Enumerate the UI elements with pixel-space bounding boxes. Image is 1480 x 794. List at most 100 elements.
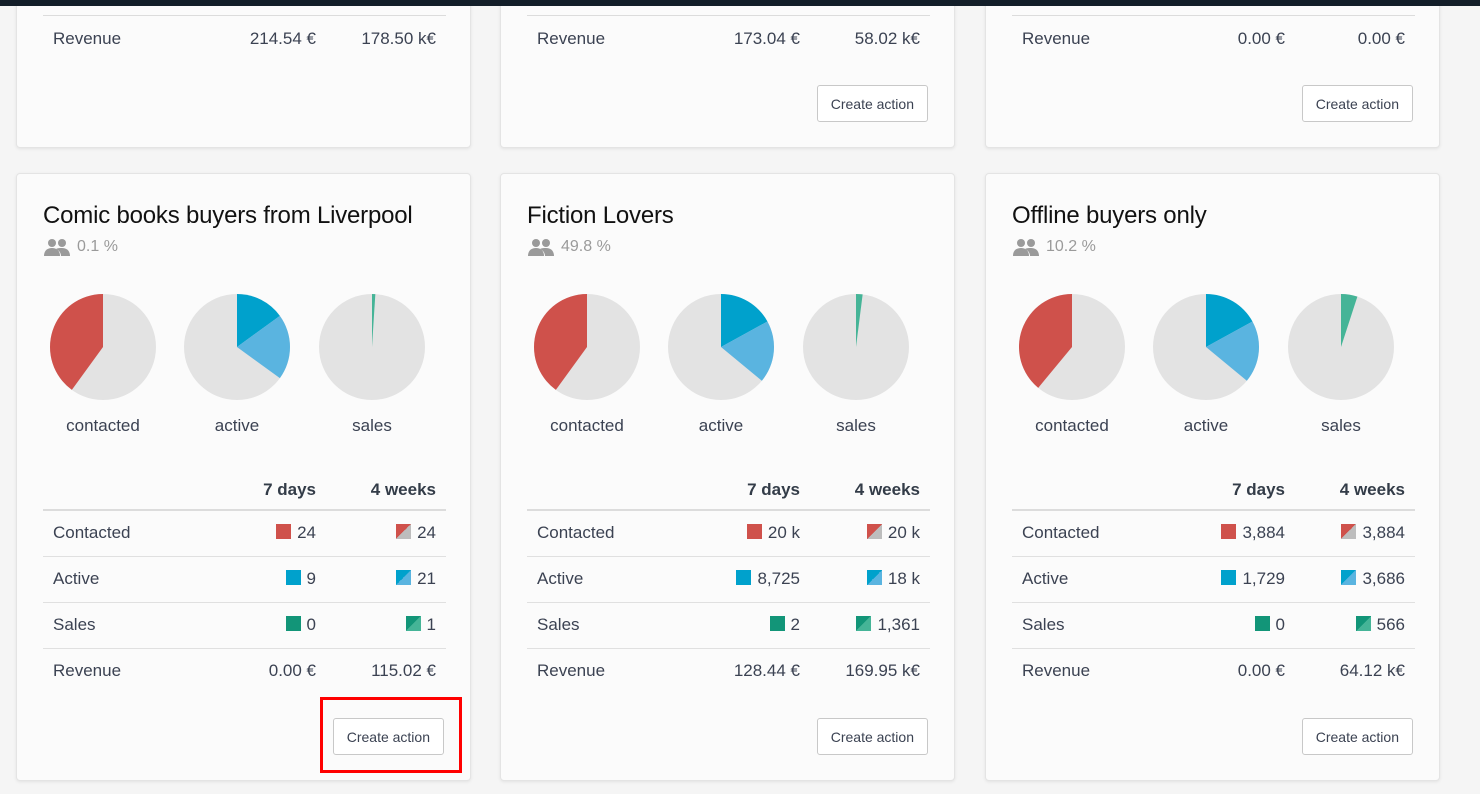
sales-4-weeks: 566 (1376, 615, 1405, 634)
segment-title[interactable]: Offline buyers only (1012, 202, 1207, 230)
row-label: Revenue (43, 15, 206, 62)
contacted-swatch-icon (1221, 524, 1237, 540)
create-action-button[interactable]: Create action (816, 718, 928, 755)
segment-stats-table: 7 days 4 weeks Contacted 24 24 Active 9 … (43, 470, 446, 694)
segment-share: 0.1 % (43, 238, 118, 256)
table-header-row: 7 days 4 weeks (527, 470, 930, 510)
revenue-4-weeks: 178.50 k€ (326, 15, 446, 62)
sales-pie-chart (319, 294, 425, 400)
row-label-active: Active (527, 556, 690, 603)
contacted-swatch-icon (746, 524, 762, 540)
table-row-sales: Sales 0 566 (1012, 602, 1415, 649)
create-action-button[interactable]: Create action (816, 85, 928, 122)
segment-card-3: Offline buyers only 10.2 % contacted act… (985, 173, 1440, 781)
pie-label-contacted: contacted (1035, 416, 1109, 435)
segment-title[interactable]: Fiction Lovers (527, 202, 674, 230)
segment-card-top-1: Revenue 214.54 € 178.50 k€ (16, 0, 471, 148)
pie-contacted: contacted (527, 294, 647, 436)
active-swatch-icon (736, 570, 752, 585)
row-label-sales: Sales (43, 602, 206, 649)
row-label-contacted: Contacted (527, 510, 690, 557)
create-action-button[interactable]: Create action (1301, 85, 1413, 122)
contacted-7-days: 24 (297, 523, 316, 543)
sales-7-days: 0 (1275, 615, 1285, 634)
sales-split-swatch-icon (405, 616, 421, 631)
revenue-4-weeks: 169.95 k€ (845, 661, 920, 681)
top-navigation-bar (0, 0, 1480, 6)
active-7-days: 1,729 (1242, 569, 1285, 588)
segment-card-top-2: Revenue 173.04 € 58.02 k€ Create action (500, 0, 955, 148)
sales-split-swatch-icon (1355, 616, 1371, 631)
row-label-revenue: Revenue (1022, 661, 1091, 681)
table-row-revenue: Revenue 214.54 € 178.50 k€ (43, 15, 446, 62)
contacted-split-swatch-icon (866, 524, 882, 540)
table-row-revenue: Revenue 173.04 € 58.02 k€ (527, 15, 930, 62)
row-label-revenue: Revenue (537, 661, 606, 681)
create-action-button[interactable]: Create action (332, 718, 444, 755)
active-split-swatch-icon (1341, 570, 1357, 585)
revenue-4-weeks: 115.02 € (371, 661, 436, 681)
table-row-contacted: Contacted 3,884 3,884 (1012, 510, 1415, 557)
revenue-7-days: 173.04 € (690, 15, 810, 62)
pie-label-active: active (1183, 416, 1229, 435)
sales-pie-chart (803, 294, 909, 400)
table-header-row: 7 days 4 weeks (1012, 470, 1415, 510)
pie-label-contacted: contacted (66, 416, 140, 435)
pie-contacted: contacted (43, 294, 163, 436)
segment-share: 49.8 % (527, 238, 611, 256)
row-label-contacted: Contacted (43, 510, 206, 557)
contacted-split-swatch-icon (1341, 524, 1357, 540)
row-label: Revenue (1012, 15, 1175, 62)
table-row-contacted: Contacted 24 24 (43, 510, 446, 557)
segment-stats-table: 7 days 4 weeks Contacted 20 k 20 k Activ… (527, 470, 930, 694)
pie-active: active (1146, 294, 1266, 436)
table-row-contacted: Contacted 20 k 20 k (527, 510, 930, 557)
sales-swatch-icon (1254, 616, 1270, 631)
create-action-button[interactable]: Create action (1301, 718, 1413, 755)
contacted-7-days: 20 k (767, 523, 800, 543)
people-icon (44, 239, 70, 256)
segment-stats-table: 7 days 4 weeks Contacted 3,884 3,884 Act… (1012, 470, 1415, 694)
pie-label-active: active (698, 416, 744, 435)
active-4-weeks: 18 k (887, 569, 920, 588)
segment-stats-table: Revenue 173.04 € 58.02 k€ (527, 15, 930, 62)
revenue-4-weeks: 0.00 € (1295, 15, 1415, 62)
people-icon (528, 239, 554, 256)
row-label-sales: Sales (1012, 602, 1175, 649)
contacted-pie-chart (534, 294, 640, 400)
column-header-4-weeks: 4 weeks (854, 479, 920, 499)
table-row-active: Active 9 21 (43, 556, 446, 603)
active-pie-chart (668, 294, 774, 400)
row-label-active: Active (43, 556, 206, 603)
segment-title[interactable]: Comic books buyers from Liverpool (43, 202, 413, 230)
segment-card-2: Fiction Lovers 49.8 % contacted active s… (500, 173, 955, 781)
contacted-4-weeks: 20 k (887, 523, 920, 543)
revenue-4-weeks: 58.02 k€ (810, 15, 930, 62)
active-split-swatch-icon (396, 570, 412, 585)
row-label-contacted: Contacted (1012, 510, 1175, 557)
sales-swatch-icon (769, 616, 785, 631)
segment-pies: contacted active sales (43, 294, 447, 436)
pie-contacted: contacted (1012, 294, 1132, 436)
row-label-active: Active (1012, 556, 1175, 603)
active-swatch-icon (285, 570, 301, 585)
contacted-split-swatch-icon (396, 524, 412, 540)
segment-pies: contacted active sales (1012, 294, 1416, 436)
sales-7-days: 0 (306, 615, 316, 634)
segment-share-percent: 49.8 % (561, 238, 611, 255)
revenue-7-days: 214.54 € (206, 15, 326, 62)
sales-swatch-icon (285, 616, 301, 631)
table-header-row: 7 days 4 weeks (43, 470, 446, 510)
table-row-revenue: Revenue 0.00 € 0.00 € (1012, 15, 1415, 62)
table-row-sales: Sales 0 1 (43, 602, 446, 649)
pie-label-sales: sales (352, 416, 392, 435)
row-label-revenue: Revenue (53, 661, 122, 681)
active-7-days: 9 (306, 569, 316, 588)
pie-label-sales: sales (1321, 416, 1361, 435)
pie-sales: sales (796, 294, 916, 436)
active-4-weeks: 21 (417, 569, 436, 588)
pie-active: active (661, 294, 781, 436)
segment-share-percent: 0.1 % (77, 238, 118, 255)
pie-sales: sales (312, 294, 432, 436)
contacted-7-days: 3,884 (1242, 523, 1285, 543)
